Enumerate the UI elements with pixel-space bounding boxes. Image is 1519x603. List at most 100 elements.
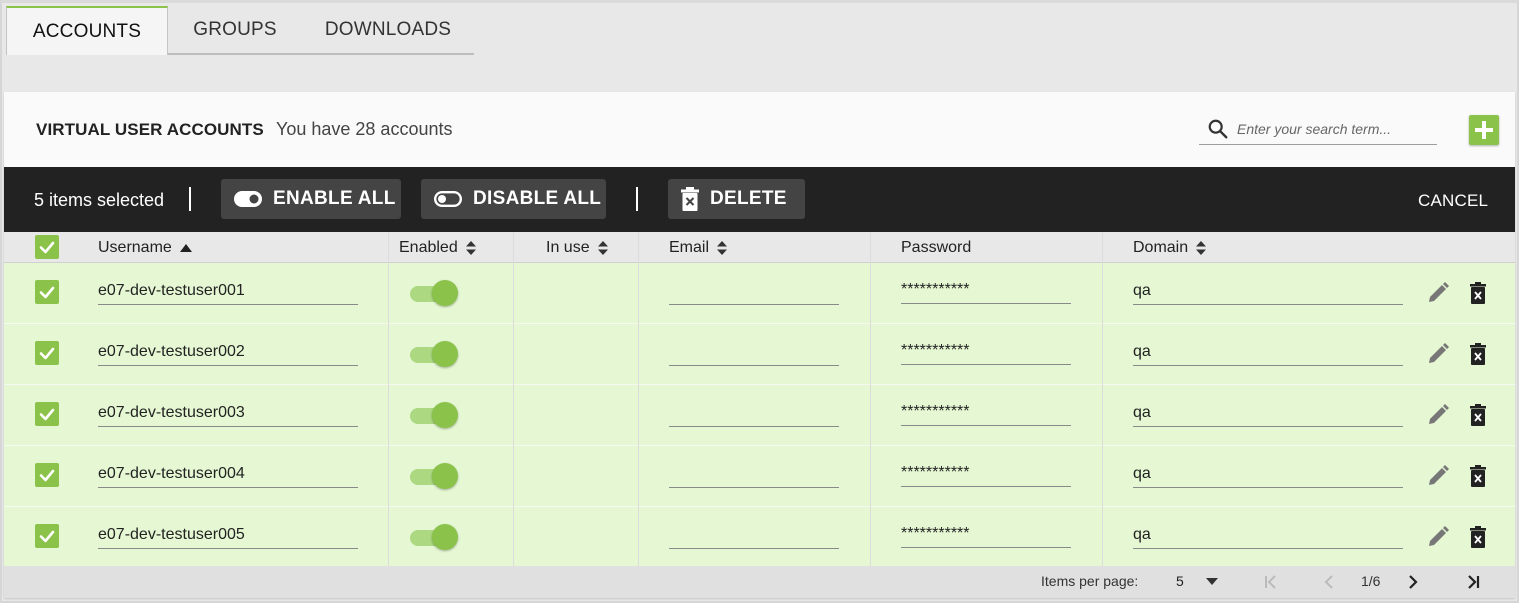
dropdown-arrow-icon [1206, 578, 1218, 585]
next-page-icon[interactable] [1402, 571, 1424, 593]
column-label: In use [546, 238, 590, 256]
email-field[interactable] [669, 523, 839, 549]
divider [636, 187, 638, 211]
edit-button[interactable] [1425, 341, 1451, 367]
page-title: VIRTUAL USER ACCOUNTS [36, 120, 264, 139]
row-checkbox[interactable] [35, 524, 59, 548]
row-checkbox[interactable] [35, 463, 59, 487]
column-header-enabled[interactable]: Enabled [399, 232, 476, 263]
domain-value: qa [1133, 282, 1151, 299]
trash-icon [1470, 404, 1486, 426]
email-field[interactable] [669, 279, 839, 305]
table-row[interactable]: e07-dev-testuser003 *********** qa [4, 385, 1515, 446]
accounts-card: VIRTUAL USER ACCOUNTS You have 28 accoun… [4, 92, 1515, 598]
domain-field[interactable]: qa [1133, 462, 1403, 488]
username-value: e07-dev-testuser004 [98, 465, 245, 482]
tab-accounts[interactable]: ACCOUNTS [6, 6, 168, 55]
domain-field[interactable]: qa [1133, 523, 1403, 549]
edit-button[interactable] [1425, 402, 1451, 428]
password-field[interactable]: *********** [901, 278, 1071, 304]
username-field[interactable]: e07-dev-testuser002 [98, 340, 358, 366]
column-divider [388, 232, 389, 566]
delete-row-button[interactable] [1465, 402, 1491, 428]
select-all-checkbox[interactable] [35, 235, 59, 259]
domain-value: qa [1133, 526, 1151, 543]
row-checkbox[interactable] [35, 280, 59, 304]
table-row[interactable]: e07-dev-testuser001 *********** qa [4, 263, 1515, 324]
enabled-toggle[interactable] [410, 400, 458, 432]
username-field[interactable]: e07-dev-testuser005 [98, 523, 358, 549]
password-field[interactable]: *********** [901, 339, 1071, 365]
toggle-knob [432, 524, 458, 550]
column-header-domain[interactable]: Domain [1133, 232, 1207, 263]
previous-page-icon[interactable] [1318, 571, 1340, 593]
domain-field[interactable]: qa [1133, 340, 1403, 366]
delete-label: DELETE [710, 188, 787, 209]
search-input[interactable] [1237, 119, 1433, 139]
cancel-selection-button[interactable]: CANCEL [1418, 191, 1488, 211]
domain-field[interactable]: qa [1133, 279, 1403, 305]
toggle-knob [432, 280, 458, 306]
add-account-button[interactable] [1469, 115, 1499, 145]
column-header-email[interactable]: Email [669, 232, 728, 263]
delete-row-button[interactable] [1465, 463, 1491, 489]
selection-action-bar: 5 items selected ENABLE ALL DISABLE ALL [4, 167, 1515, 232]
toggle-on-icon [234, 191, 262, 207]
table-row[interactable]: e07-dev-testuser004 *********** qa [4, 446, 1515, 507]
delete-row-button[interactable] [1465, 524, 1491, 550]
pencil-icon [1429, 282, 1449, 302]
tab-downloads[interactable]: DOWNLOADS [302, 6, 474, 55]
edit-button[interactable] [1425, 524, 1451, 550]
tab-downloads-label: DOWNLOADS [324, 18, 452, 40]
row-checkbox[interactable] [35, 402, 59, 426]
tab-groups[interactable]: GROUPS [168, 6, 302, 55]
items-per-page-label: Items per page: [1041, 573, 1139, 589]
table-row[interactable]: e07-dev-testuser002 *********** qa [4, 324, 1515, 385]
table-row[interactable]: e07-dev-testuser005 *********** qa [4, 507, 1515, 568]
username-field[interactable]: e07-dev-testuser001 [98, 279, 358, 305]
column-label: Email [669, 238, 710, 256]
password-value: *********** [901, 464, 970, 481]
enable-all-button[interactable]: ENABLE ALL [221, 179, 401, 219]
password-field[interactable]: *********** [901, 522, 1071, 548]
items-per-page-select[interactable]: 5 [1174, 568, 1228, 596]
password-field[interactable]: *********** [901, 400, 1071, 426]
username-value: e07-dev-testuser001 [98, 282, 245, 299]
enabled-toggle[interactable] [410, 461, 458, 493]
trash-icon [1470, 526, 1486, 548]
delete-selected-button[interactable]: DELETE [668, 179, 805, 219]
password-field[interactable]: *********** [901, 461, 1071, 487]
row-checkbox[interactable] [35, 341, 59, 365]
check-icon [39, 469, 55, 482]
column-header-in-use[interactable]: In use [546, 232, 608, 263]
toggle-knob [432, 402, 458, 428]
delete-row-button[interactable] [1465, 341, 1491, 367]
trash-icon [681, 187, 699, 211]
disable-all-button[interactable]: DISABLE ALL [421, 179, 606, 219]
toggle-knob [432, 341, 458, 367]
check-icon [39, 347, 55, 360]
enabled-toggle[interactable] [410, 522, 458, 554]
domain-field[interactable]: qa [1133, 401, 1403, 427]
username-field[interactable]: e07-dev-testuser004 [98, 462, 358, 488]
column-label: Domain [1133, 238, 1189, 256]
enabled-toggle[interactable] [410, 339, 458, 371]
column-header-username[interactable]: Username [98, 232, 192, 263]
last-page-icon[interactable] [1462, 571, 1484, 593]
email-field[interactable] [669, 401, 839, 427]
password-value: *********** [901, 525, 970, 542]
pencil-icon [1429, 404, 1449, 424]
enabled-toggle[interactable] [410, 278, 458, 310]
tab-accounts-label: ACCOUNTS [32, 20, 142, 42]
column-label: Username [98, 238, 172, 256]
edit-button[interactable] [1425, 463, 1451, 489]
username-field[interactable]: e07-dev-testuser003 [98, 401, 358, 427]
selected-count: 5 items selected [34, 190, 165, 210]
domain-value: qa [1133, 465, 1151, 482]
delete-row-button[interactable] [1465, 280, 1491, 306]
edit-button[interactable] [1425, 280, 1451, 306]
search-icon[interactable] [1207, 118, 1229, 140]
first-page-icon[interactable] [1260, 571, 1282, 593]
email-field[interactable] [669, 462, 839, 488]
email-field[interactable] [669, 340, 839, 366]
